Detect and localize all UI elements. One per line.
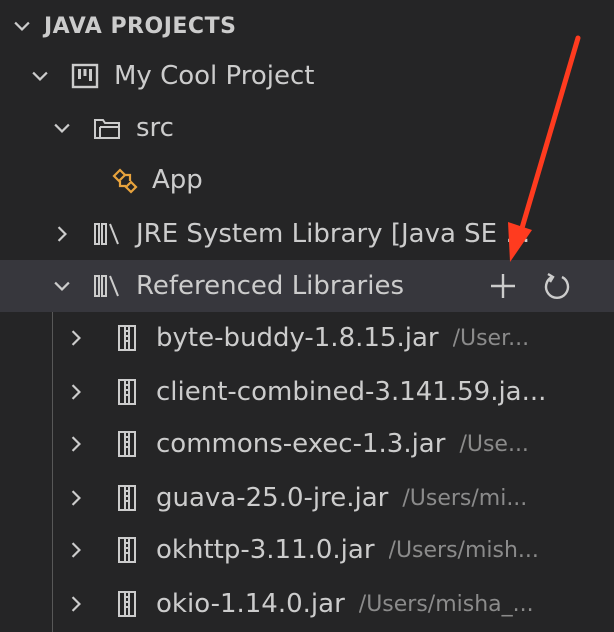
jar-icon (112, 377, 142, 407)
jre-label: JRE System Library [Java SE ... (136, 219, 531, 249)
jar-label: byte-buddy-1.8.15.jar (156, 323, 439, 353)
tree-item-jar[interactable]: client-combined-3.141.59.ja... (0, 366, 614, 418)
app-label: App (152, 165, 203, 195)
chevron-right-icon[interactable] (50, 222, 74, 246)
chevron-right-icon[interactable] (64, 592, 88, 616)
section-title: JAVA PROJECTS (44, 13, 237, 39)
chevron-down-icon[interactable] (10, 14, 34, 38)
jar-icon (112, 323, 142, 353)
library-icon (92, 219, 122, 249)
tree-item-project[interactable]: My Cool Project (0, 50, 614, 102)
tree-item-jar[interactable]: guava-25.0-jre.jar /Users/mi... (0, 472, 614, 524)
tree-item-jar[interactable]: byte-buddy-1.8.15.jar /User... (0, 312, 614, 364)
jar-path: /Users/mi... (402, 485, 528, 511)
jar-icon (112, 483, 142, 513)
chevron-right-icon[interactable] (64, 538, 88, 562)
chevron-right-icon[interactable] (64, 326, 88, 350)
jar-path: /Users/mish... (388, 537, 539, 563)
jar-icon (112, 589, 142, 619)
jar-label: okhttp-3.11.0.jar (156, 535, 375, 565)
chevron-right-icon[interactable] (64, 380, 88, 404)
project-icon (70, 61, 100, 91)
tree-item-jar[interactable]: okio-1.14.0.jar /Users/misha_... (0, 578, 614, 630)
referenced-libraries-label: Referenced Libraries (136, 271, 404, 301)
jar-label: guava-25.0-jre.jar (156, 483, 389, 513)
tree-item-jar[interactable]: commons-exec-1.3.jar /Use... (0, 418, 614, 470)
row-actions (486, 260, 574, 312)
jar-path: /Users/misha_... (358, 591, 534, 617)
src-label: src (136, 113, 174, 143)
refresh-icon[interactable] (540, 269, 574, 303)
plus-icon[interactable] (486, 269, 520, 303)
jar-icon (112, 429, 142, 459)
chevron-down-icon[interactable] (50, 274, 74, 298)
section-header[interactable]: JAVA PROJECTS (0, 0, 614, 52)
chevron-right-icon[interactable] (64, 486, 88, 510)
project-label: My Cool Project (114, 61, 315, 91)
tree-item-src[interactable]: src (0, 102, 614, 154)
tree-item-app[interactable]: App (0, 154, 614, 206)
tree-item-referenced-libraries[interactable]: Referenced Libraries (0, 260, 614, 312)
jar-label: client-combined-3.141.59.ja... (156, 377, 547, 407)
tree-item-jar[interactable]: okhttp-3.11.0.jar /Users/mish... (0, 524, 614, 576)
chevron-down-icon[interactable] (28, 64, 52, 88)
jar-path: /Use... (459, 431, 529, 457)
jar-label: okio-1.14.0.jar (156, 589, 345, 619)
jar-icon (112, 535, 142, 565)
jar-label: commons-exec-1.3.jar (156, 429, 446, 459)
java-projects-tree: JAVA PROJECTS My Cool Project src App JR… (0, 0, 614, 632)
tree-item-jre[interactable]: JRE System Library [Java SE ... (0, 208, 614, 260)
package-folder-icon (92, 113, 122, 143)
library-icon (92, 271, 122, 301)
jar-path: /User... (452, 325, 530, 351)
chevron-down-icon[interactable] (50, 116, 74, 140)
chevron-right-icon[interactable] (64, 432, 88, 456)
class-icon (110, 165, 140, 195)
